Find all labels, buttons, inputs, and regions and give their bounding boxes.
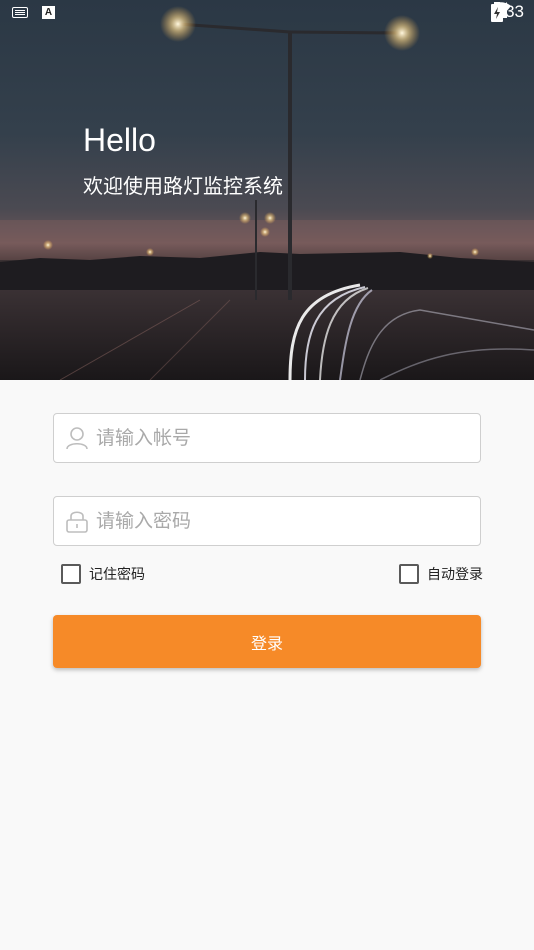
app-subtitle: 欢迎使用路灯监控系统	[83, 174, 283, 198]
auto-login-checkbox[interactable]: 自动登录	[399, 564, 483, 584]
hero-banner: A 8:33 Hello 欢迎使用路灯监控系统	[0, 0, 534, 380]
status-bar: A 8:33	[0, 0, 534, 28]
greeting-title: Hello	[83, 122, 156, 158]
remember-password-box[interactable]	[61, 564, 81, 584]
auto-login-box[interactable]	[399, 564, 419, 584]
keyboard-icon	[12, 7, 28, 18]
password-field[interactable]	[53, 496, 481, 546]
login-button[interactable]: 登录	[53, 615, 481, 668]
user-icon	[66, 425, 88, 451]
a-notification-icon: A	[42, 6, 55, 19]
battery-icon	[490, 2, 503, 22]
lock-icon	[66, 508, 88, 534]
account-input[interactable]	[96, 427, 456, 449]
password-input[interactable]	[96, 510, 456, 532]
account-field[interactable]	[53, 413, 481, 463]
remember-password-checkbox[interactable]: 记住密码	[61, 564, 145, 584]
remember-password-label: 记住密码	[89, 567, 145, 583]
auto-login-label: 自动登录	[427, 567, 483, 583]
